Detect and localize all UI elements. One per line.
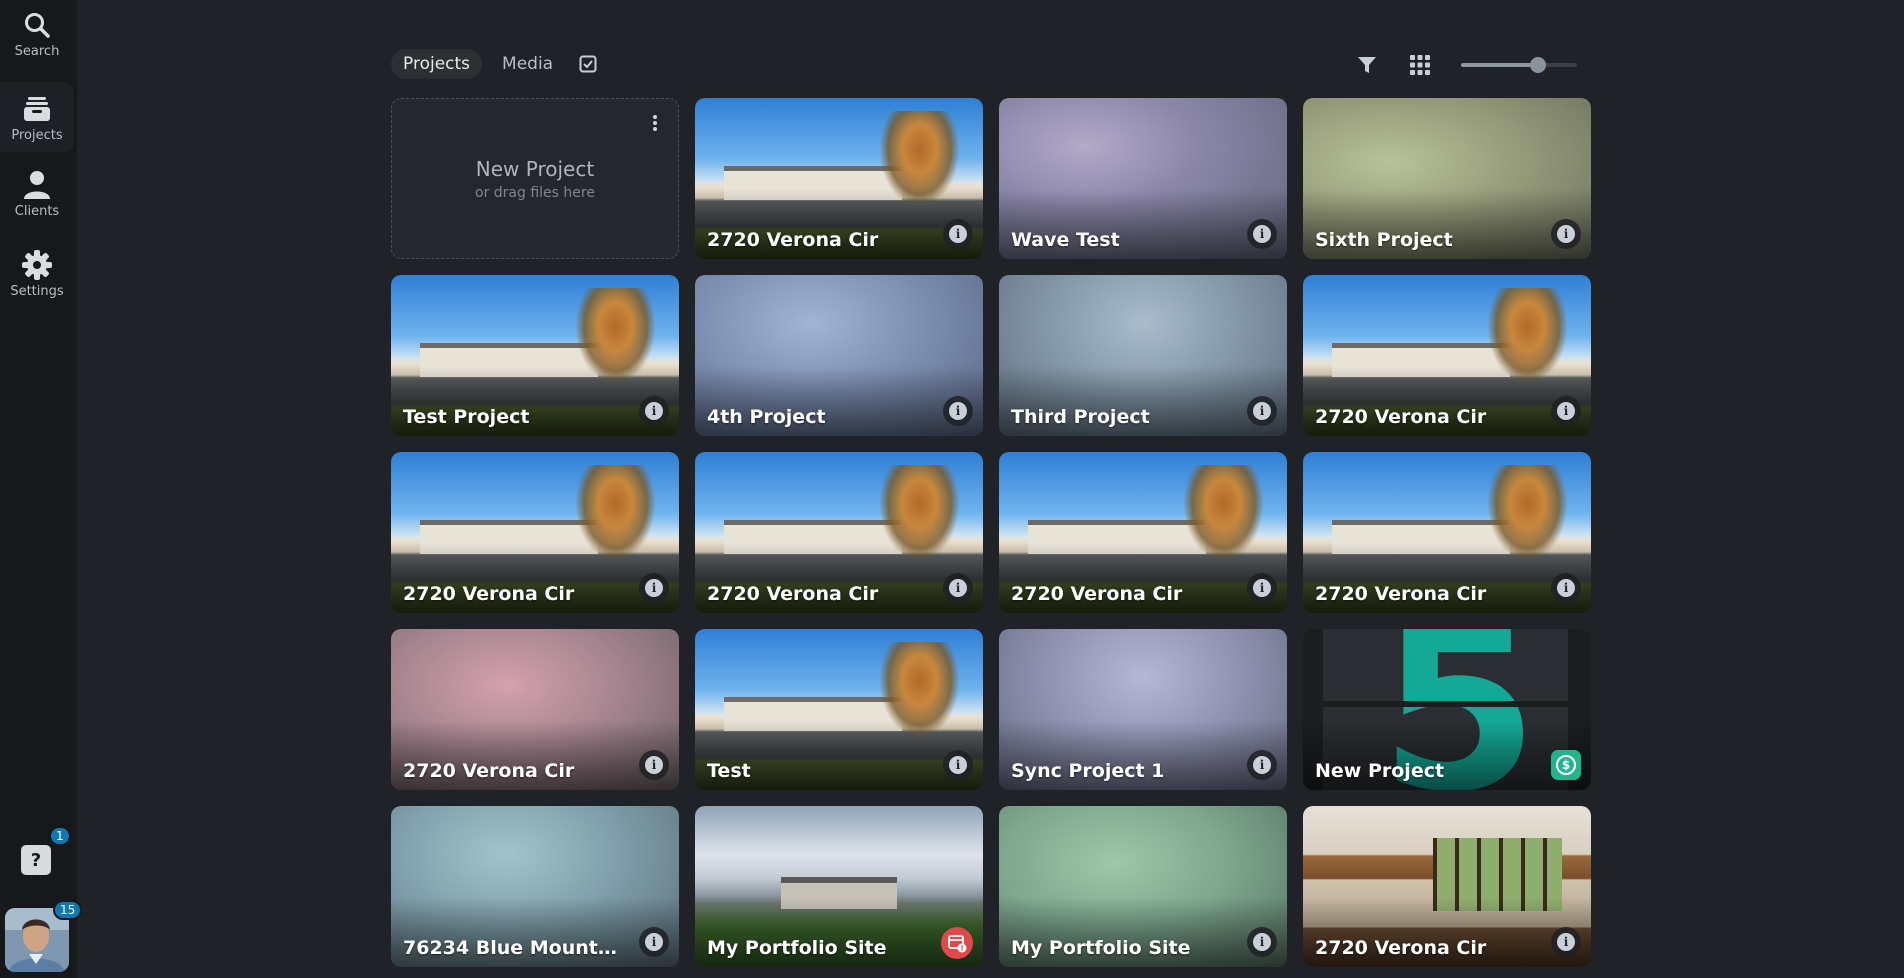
project-card[interactable]: My Portfolio Site: [695, 806, 983, 967]
zoom-slider-thumb[interactable]: [1529, 57, 1546, 73]
more-options-icon[interactable]: [648, 113, 662, 133]
project-title: Test Project: [403, 406, 530, 428]
nav-projects-label: Projects: [11, 128, 63, 143]
project-card[interactable]: 2720 Verona Cir i: [391, 452, 679, 613]
tab-projects[interactable]: Projects: [391, 49, 483, 79]
info-icon[interactable]: i: [1247, 750, 1277, 780]
project-card[interactable]: 2720 Verona Cir i: [391, 629, 679, 790]
project-title: 2720 Verona Cir: [707, 229, 879, 251]
info-icon[interactable]: i: [1247, 573, 1277, 603]
question-icon: ?: [30, 849, 42, 871]
info-icon[interactable]: i: [639, 927, 669, 957]
info-icon[interactable]: i: [1551, 573, 1581, 603]
info-icon[interactable]: i: [1551, 396, 1581, 426]
view-tabs: Projects Media: [391, 49, 603, 79]
select-mode-button[interactable]: [573, 49, 603, 79]
nav-search-label: Search: [14, 44, 60, 59]
info-icon[interactable]: i: [639, 573, 669, 603]
project-card[interactable]: Third Project i: [999, 275, 1287, 436]
nav-clients-label: Clients: [14, 204, 60, 219]
site-alert-icon[interactable]: [941, 927, 973, 959]
project-card[interactable]: 2720 Verona Cir i: [695, 98, 983, 259]
info-icon[interactable]: i: [1551, 219, 1581, 249]
nav-clients[interactable]: Clients: [0, 170, 74, 232]
info-icon[interactable]: i: [943, 396, 973, 426]
project-title: 2720 Verona Cir: [1011, 583, 1183, 605]
info-icon[interactable]: i: [639, 750, 669, 780]
info-icon[interactable]: i: [943, 219, 973, 249]
project-card[interactable]: 4th Project i: [695, 275, 983, 436]
help-badge: 1: [49, 826, 71, 846]
filter-icon: [1358, 57, 1376, 73]
avatar-badge: 15: [53, 900, 83, 920]
project-card[interactable]: 5 New Project $: [1303, 629, 1591, 790]
project-title: Test: [707, 760, 751, 782]
checkbox-icon: [579, 55, 597, 73]
help-button[interactable]: ?: [21, 845, 51, 875]
new-project-subtitle: or drag files here: [475, 184, 595, 201]
info-icon[interactable]: i: [639, 396, 669, 426]
project-grid: New Project or drag files here 2720 Vero…: [391, 98, 1591, 967]
zoom-slider[interactable]: [1461, 56, 1577, 74]
info-icon[interactable]: i: [943, 750, 973, 780]
nav-settings[interactable]: Settings: [0, 250, 74, 312]
thumbnail-divider: [1323, 701, 1568, 707]
project-card[interactable]: Wave Test i: [999, 98, 1287, 259]
project-title: 76234 Blue Mountai...: [403, 937, 619, 959]
project-title: 2720 Verona Cir: [1315, 583, 1487, 605]
project-title: Sixth Project: [1315, 229, 1453, 251]
info-icon[interactable]: i: [1247, 219, 1277, 249]
grid-icon: [1410, 55, 1430, 75]
nav-settings-label: Settings: [10, 284, 64, 299]
project-card[interactable]: 2720 Verona Cir i: [1303, 452, 1591, 613]
sidebar: Search Projects Clients Settings ? 1 15: [0, 0, 83, 978]
project-card[interactable]: 2720 Verona Cir i: [1303, 806, 1591, 967]
new-project-title: New Project: [475, 156, 595, 181]
grid-view-button[interactable]: [1405, 50, 1435, 80]
project-card[interactable]: 2720 Verona Cir i: [1303, 275, 1591, 436]
project-title: My Portfolio Site: [707, 937, 887, 959]
project-card[interactable]: Test Project i: [391, 275, 679, 436]
project-title: Wave Test: [1011, 229, 1120, 251]
project-title: Third Project: [1011, 406, 1150, 428]
search-icon: [22, 10, 52, 40]
project-title: 2720 Verona Cir: [403, 583, 575, 605]
project-title: New Project: [1315, 760, 1445, 782]
project-title: 2720 Verona Cir: [1315, 937, 1487, 959]
gear-icon: [22, 250, 52, 280]
project-card[interactable]: My Portfolio Site i: [999, 806, 1287, 967]
project-title: 2720 Verona Cir: [403, 760, 575, 782]
project-card[interactable]: 2720 Verona Cir i: [695, 452, 983, 613]
zoom-slider-fill: [1461, 63, 1538, 67]
tab-media[interactable]: Media: [490, 49, 565, 79]
nav-search[interactable]: Search: [0, 10, 74, 72]
project-title: 2720 Verona Cir: [707, 583, 879, 605]
filter-button[interactable]: [1352, 50, 1382, 80]
payment-icon[interactable]: $: [1551, 750, 1581, 780]
project-card[interactable]: 2720 Verona Cir i: [999, 452, 1287, 613]
project-title: Sync Project 1: [1011, 760, 1165, 782]
project-title: 4th Project: [707, 406, 826, 428]
new-project-card[interactable]: New Project or drag files here: [391, 98, 679, 259]
project-card[interactable]: Sync Project 1 i: [999, 629, 1287, 790]
info-icon[interactable]: i: [1247, 396, 1277, 426]
project-card[interactable]: Sixth Project i: [1303, 98, 1591, 259]
project-title: 2720 Verona Cir: [1315, 406, 1487, 428]
project-card[interactable]: Test i: [695, 629, 983, 790]
project-card[interactable]: 76234 Blue Mountai... i: [391, 806, 679, 967]
person-icon: [22, 170, 52, 200]
projects-icon: [22, 94, 52, 124]
info-icon[interactable]: i: [943, 573, 973, 603]
info-icon[interactable]: i: [1247, 927, 1277, 957]
project-title: My Portfolio Site: [1011, 937, 1191, 959]
info-icon[interactable]: i: [1551, 927, 1581, 957]
nav-projects[interactable]: Projects: [0, 82, 74, 152]
